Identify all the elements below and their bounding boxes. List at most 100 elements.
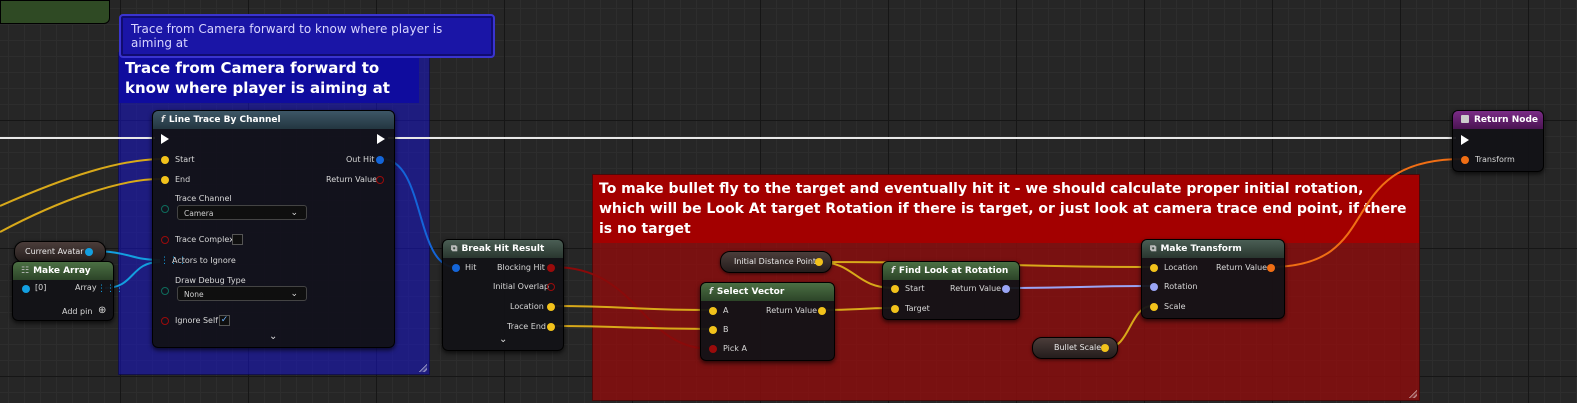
expand-chevron-icon[interactable]: ⌄ xyxy=(269,331,277,342)
object-in-pin[interactable] xyxy=(22,285,30,293)
bool-in-pin[interactable] xyxy=(161,317,169,325)
comment-title: To make bullet fly to the target and eve… xyxy=(593,175,1419,243)
vector-in-pin[interactable] xyxy=(161,176,169,184)
comment-bubble[interactable]: Trace from Camera forward to know where … xyxy=(119,14,495,58)
vector-out-pin[interactable] xyxy=(1101,344,1109,352)
variable-label: Current Avatar xyxy=(25,247,84,256)
pin-label: Return Value xyxy=(326,175,378,184)
current-avatar-node[interactable]: Current Avatar xyxy=(14,241,106,263)
pin-label: Location xyxy=(510,302,544,311)
array-icon: ☷ xyxy=(21,266,30,276)
break-hit-result-node[interactable]: ⧉ Break Hit Result Hit Blocking Hit Initi… xyxy=(442,239,564,351)
expand-chevron-icon[interactable]: ⌄ xyxy=(499,334,507,345)
bullet-scale-node[interactable]: Bullet Scale xyxy=(1032,337,1118,359)
pin-label: B xyxy=(723,325,729,334)
transform-in-pin[interactable] xyxy=(1461,156,1469,164)
vector-in-pin[interactable] xyxy=(709,307,717,315)
enum-in-pin[interactable] xyxy=(161,205,169,213)
make-array-node[interactable]: ☷ Make Array [0] Array ⋮⋮⋮ Add pin ⊕ xyxy=(12,261,124,321)
node-title: Find Look at Rotation xyxy=(898,266,1009,276)
vector-in-pin[interactable] xyxy=(1150,303,1158,311)
node-title: Return Node xyxy=(1474,115,1538,125)
vector-in-pin[interactable] xyxy=(709,326,717,334)
bool-out-pin[interactable] xyxy=(376,176,384,184)
pin-label: Return Value xyxy=(1216,263,1268,272)
struct-out-pin[interactable] xyxy=(376,156,384,164)
return-icon xyxy=(1461,115,1469,123)
initial-distance-point-node[interactable]: Initial Distance Point xyxy=(720,251,832,273)
pin-label: Start xyxy=(175,155,195,164)
add-pin-icon[interactable]: ⊕ xyxy=(98,305,106,316)
draw-debug-dropdown[interactable]: None ⌄ xyxy=(177,286,307,301)
make-transform-node[interactable]: ⧉ Make Transform Location Rotation Scale … xyxy=(1141,239,1285,319)
variable-label: Initial Distance Point xyxy=(734,257,817,266)
node-title-bar: ☷ Make Array xyxy=(13,262,113,280)
node-title: Make Transform xyxy=(1160,244,1242,254)
node-title-bar: ⧉ Break Hit Result xyxy=(443,240,563,258)
pin-label: Scale xyxy=(1164,302,1186,311)
function-icon: f xyxy=(161,115,165,125)
node-title-bar: f Line Trace By Channel xyxy=(153,111,394,129)
node-title: Select Vector xyxy=(716,287,785,297)
trace-channel-dropdown[interactable]: Camera ⌄ xyxy=(177,205,307,220)
enum-in-pin[interactable] xyxy=(161,287,169,295)
vector-out-pin[interactable] xyxy=(547,303,555,311)
vector-in-pin[interactable] xyxy=(891,305,899,313)
pin-label: Return Value xyxy=(766,306,818,315)
ignore-self-checkbox[interactable]: ✓ xyxy=(219,315,230,326)
pin-label: Trace End xyxy=(507,322,546,331)
vector-in-pin[interactable] xyxy=(161,156,169,164)
chevron-down-icon: ⌄ xyxy=(290,289,298,299)
node-title: Make Array xyxy=(33,266,91,276)
struct-in-pin[interactable] xyxy=(452,264,460,272)
function-icon: f xyxy=(891,266,895,276)
rotator-out-pin[interactable] xyxy=(1002,285,1010,293)
return-node[interactable]: Return Node Transform xyxy=(1452,110,1544,172)
add-pin-button[interactable]: Add pin xyxy=(62,307,92,316)
pin-label: Array xyxy=(75,283,97,292)
vector-out-pin[interactable] xyxy=(547,323,555,331)
array-pin-icon[interactable]: ⋮⋮⋮ xyxy=(97,284,124,294)
object-out-pin[interactable] xyxy=(85,248,93,256)
pin-label: Actors to Ignore xyxy=(172,256,236,265)
bool-out-pin[interactable] xyxy=(547,283,555,291)
bool-in-pin[interactable] xyxy=(709,345,717,353)
resize-handle[interactable] xyxy=(419,364,427,372)
vector-out-pin[interactable] xyxy=(818,307,826,315)
pin-label: Return Value xyxy=(950,284,1002,293)
pin-label: Transform xyxy=(1475,155,1515,164)
break-icon: ⧉ xyxy=(451,244,458,254)
find-look-at-rotation-node[interactable]: f Find Look at Rotation Start Target Retu… xyxy=(882,261,1020,320)
pin-label: Blocking Hit xyxy=(497,263,545,272)
pin-label: Initial Overlap xyxy=(493,282,550,291)
trace-complex-checkbox[interactable] xyxy=(232,234,243,245)
vector-in-pin[interactable] xyxy=(1150,264,1158,272)
pin-label: Hit xyxy=(465,263,477,272)
node-title-bar: Return Node xyxy=(1453,111,1543,129)
line-trace-node[interactable]: f Line Trace By Channel Start End Out Hit… xyxy=(152,110,395,348)
transform-out-pin[interactable] xyxy=(1267,264,1275,272)
pin-label: A xyxy=(723,306,729,315)
pin-label: [0] xyxy=(35,283,47,292)
bool-out-pin[interactable] xyxy=(547,264,555,272)
variable-label: Bullet Scale xyxy=(1054,343,1102,352)
pin-label: Out Hit xyxy=(346,155,375,164)
exec-in-pin[interactable] xyxy=(161,134,169,144)
rotator-in-pin[interactable] xyxy=(1150,283,1158,291)
vector-out-pin[interactable] xyxy=(815,258,823,266)
pin-label: Trace Complex xyxy=(175,235,234,244)
pin-label: End xyxy=(175,175,191,184)
node-title: Break Hit Result xyxy=(461,244,545,254)
function-icon: f xyxy=(709,287,713,297)
vector-in-pin[interactable] xyxy=(891,285,899,293)
pin-label: Trace Channel xyxy=(175,194,232,203)
select-vector-node[interactable]: f Select Vector A B Pick A Return Value xyxy=(700,282,835,361)
bool-in-pin[interactable] xyxy=(161,236,169,244)
pin-label: Rotation xyxy=(1164,282,1198,291)
exec-out-pin[interactable] xyxy=(377,134,385,144)
resize-handle[interactable] xyxy=(1409,390,1417,398)
make-struct-icon: ⧉ xyxy=(1150,244,1157,254)
pin-label: Pick A xyxy=(723,344,747,353)
pin-label: Draw Debug Type xyxy=(175,276,246,285)
exec-in-pin[interactable] xyxy=(1461,135,1469,145)
